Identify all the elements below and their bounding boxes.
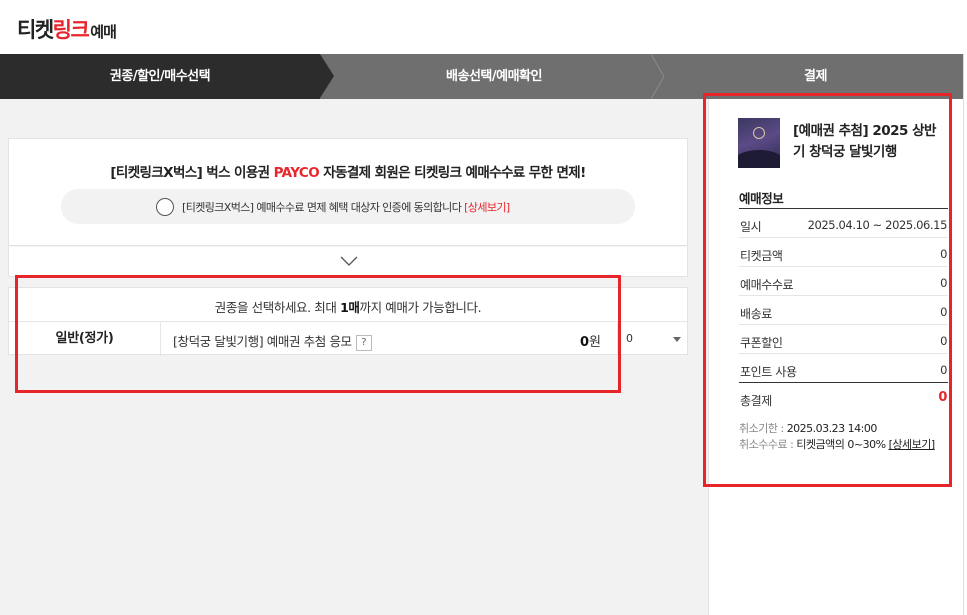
promo-panel: [티켓링크X벅스] 벅스 이용권 PAYCO 자동결제 회원은 티켓링크 예매수… (8, 138, 688, 246)
info-value: 0 (940, 334, 947, 348)
total-label: 총결제 (740, 394, 772, 408)
step-payment: 결제 (804, 69, 827, 84)
ticket-notice: 권종을 선택하세요. 최대 1매까지 예매가 가능합니다. (9, 297, 687, 316)
info-label: 예매수수료 (740, 278, 794, 292)
ticket-price-unit: 원 (589, 335, 601, 350)
show-title: [예매권 추첨] 2025 상반기 창덕궁 달빛기행 (793, 123, 936, 160)
info-row-coupon: 쿠폰할인 0 (739, 325, 948, 354)
cancel-deadline: 취소기한 : 2025.03.23 14:00 (739, 421, 935, 437)
info-value: 2025.04.10 ~ 2025.06.15 (807, 218, 948, 232)
info-row-date: 일시 2025.04.10 ~ 2025.06.15 (739, 209, 948, 238)
ticket-notice-suffix: 까지 예매가 가능합니다. (359, 300, 482, 315)
promo-payco: PAYCO (273, 165, 320, 181)
ticket-name: [창덕궁 달빛기행] 예매권 추첨 응모 (173, 334, 352, 349)
promo-expand-toggle[interactable] (8, 247, 688, 277)
dropdown-arrow-icon (673, 337, 681, 342)
header: 티켓링크 예매 (0, 0, 967, 54)
logo-text-ticket: 티켓 (17, 18, 54, 42)
show-poster (738, 118, 780, 168)
cancel-fee-label: 취소수수료 : (739, 438, 797, 451)
window-scrollbar[interactable] (963, 54, 967, 615)
booking-info-table: 일시 2025.04.10 ~ 2025.06.15 티켓금액 0 예매수수료 … (739, 208, 948, 410)
info-value: 0 (940, 276, 947, 290)
cancel-info: 취소기한 : 2025.03.23 14:00 취소수수료 : 티켓금액의 0~… (739, 421, 935, 453)
booking-summary-sidebar: [예매권 추첨] 2025 상반기 창덕궁 달빛기행 예매정보 일시 2025.… (708, 99, 963, 615)
quantity-value: 0 (626, 332, 633, 345)
info-label: 일시 (740, 220, 762, 234)
promo-prefix: [티켓링크X벅스] 벅스 이용권 (110, 165, 274, 181)
info-row-booking-fee: 예매수수료 0 (739, 267, 948, 296)
ticket-notice-prefix: 권종을 선택하세요. 최대 (214, 300, 341, 315)
ticket-price-value: 0 (579, 335, 590, 350)
ticket-type: 일반(정가) (9, 322, 161, 356)
ticket-select-panel: 권종을 선택하세요. 최대 1매까지 예매가 가능합니다. 일반(정가) [창덕… (8, 287, 688, 356)
info-row-delivery-fee: 배송료 0 (739, 296, 948, 325)
info-label: 배송료 (740, 307, 772, 321)
poster-moon (753, 127, 765, 139)
booking-info-heading: 예매정보 (739, 191, 784, 206)
info-value: 0 (940, 305, 947, 319)
info-row-points: 포인트 사용 0 (739, 354, 948, 383)
ticket-max-count: 1매 (340, 300, 360, 315)
step-separator-icon (650, 54, 665, 99)
logo-text-link: 링크 (52, 18, 90, 42)
booking-steps: 권종/할인/매수선택 배송선택/예매확인 결제 (0, 54, 963, 99)
poster-silhouette (738, 150, 780, 168)
agree-detail-link[interactable]: [상세보기] (464, 201, 510, 214)
step-delivery-confirm: 배송선택/예매확인 (446, 69, 542, 84)
total-value: 0 (938, 390, 947, 405)
help-icon[interactable]: ? (355, 334, 372, 351)
agree-radio[interactable] (156, 198, 174, 216)
info-value: 0 (940, 363, 947, 377)
cancel-deadline-value: 2025.03.23 14:00 (786, 422, 878, 435)
ticket-name-cell: [창덕궁 달빛기행] 예매권 추첨 응모? (173, 331, 372, 351)
cancel-fee: 취소수수료 : 티켓금액의 0~30% [상세보기] (739, 437, 935, 453)
logo-text-reserve: 예매 (90, 23, 117, 41)
promo-headline: [티켓링크X벅스] 벅스 이용권 PAYCO 자동결제 회원은 티켓링크 예매수… (9, 161, 687, 181)
promo-suffix: 자동결제 회원은 티켓링크 예매수수료 무한 면제! (319, 165, 586, 181)
info-row-ticket-amount: 티켓금액 0 (739, 238, 948, 267)
cancel-fee-value: 티켓금액의 0~30% (796, 438, 889, 451)
step-ticket-select: 권종/할인/매수선택 (0, 54, 320, 99)
quantity-select[interactable]: 0 (617, 322, 689, 356)
info-row-total: 총결제 0 (739, 382, 948, 410)
step-active-arrow (320, 54, 334, 98)
agree-bar: [티켓링크X벅스] 예매수수료 면제 혜택 대상자 인증에 동의합니다 [상세보… (61, 189, 635, 224)
agree-label: [티켓링크X벅스] 예매수수료 면제 혜택 대상자 인증에 동의합니다 (182, 201, 465, 214)
info-value: 0 (940, 247, 947, 261)
info-label: 티켓금액 (740, 249, 783, 263)
ticket-row: 일반(정가) [창덕궁 달빛기행] 예매권 추첨 응모? 0원 0 (9, 321, 687, 356)
info-label: 쿠폰할인 (740, 336, 783, 350)
chevron-down-icon[interactable] (339, 254, 359, 268)
cancel-fee-detail-link[interactable]: [상세보기] (889, 438, 936, 451)
ticket-price: 0원 (549, 331, 601, 350)
info-label: 포인트 사용 (740, 365, 797, 379)
agree-text: [티켓링크X벅스] 예매수수료 면제 혜택 대상자 인증에 동의합니다 [상세보… (182, 199, 510, 215)
ticketlink-logo[interactable]: 티켓링크 예매 (17, 14, 117, 44)
cancel-deadline-label: 취소기한 : (739, 422, 787, 435)
